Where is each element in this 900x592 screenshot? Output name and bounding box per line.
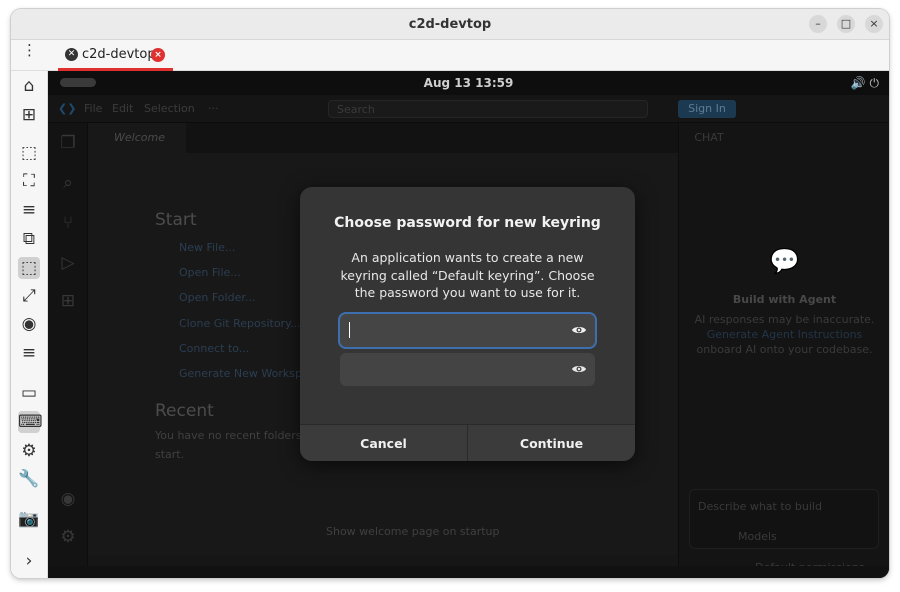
- start-heading: Start: [155, 210, 197, 230]
- windows-icon[interactable]: ⧉: [18, 228, 40, 250]
- recent-text-end: start.: [155, 448, 185, 461]
- continue-button[interactable]: Continue: [468, 425, 635, 461]
- menu-icon[interactable]: ⋮: [22, 43, 37, 58]
- tab-welcome[interactable]: Welcome: [88, 123, 186, 153]
- connection-icon: ✕: [65, 48, 78, 61]
- expand-sidebar-icon[interactable]: ›: [18, 550, 40, 572]
- view-icon[interactable]: ◉: [18, 313, 40, 335]
- tab-close-icon[interactable]: ×: [151, 48, 165, 62]
- menu-file[interactable]: File: [84, 102, 102, 115]
- gnome-top-bar: Aug 13 13:59 🔊 ⏻: [48, 71, 889, 95]
- show-confirm-password-icon[interactable]: [571, 361, 587, 377]
- new-window-icon[interactable]: ⊞: [18, 104, 40, 126]
- account-icon[interactable]: ◉: [58, 489, 78, 509]
- tab-label: c2d-devtop: [82, 47, 156, 62]
- tab-bar: ⋮ ✕ c2d-devtop ×: [11, 40, 889, 71]
- system-tray-icon[interactable]: 🔊 ⏻: [851, 76, 879, 91]
- menu-edit[interactable]: Edit: [112, 102, 133, 115]
- sign-in-button[interactable]: Sign In: [678, 100, 736, 118]
- models-picker[interactable]: Models: [738, 530, 777, 543]
- menu-icon[interactable]: ≡: [18, 199, 40, 221]
- clock[interactable]: Aug 13 13:59: [48, 76, 889, 90]
- vscode-title-bar: ❮❯ File Edit Selection ··· Search Sign I…: [48, 95, 889, 123]
- editor-tabs: Welcome: [88, 123, 678, 153]
- wrench-icon[interactable]: 🔧: [18, 468, 40, 490]
- fullscreen-icon[interactable]: ⛶: [18, 170, 40, 192]
- title-bar: c2d-devtop – □ ×: [11, 9, 889, 40]
- startup-checkbox[interactable]: Show welcome page on startup: [326, 525, 500, 538]
- list-icon[interactable]: ≡: [18, 342, 40, 364]
- dialog-title: Choose password for new keyring: [334, 215, 601, 231]
- show-password-icon[interactable]: [571, 322, 587, 338]
- settings-icon[interactable]: ⚙: [18, 440, 40, 462]
- extensions-icon[interactable]: ⊞: [58, 291, 78, 311]
- open-folder-link[interactable]: Open Folder...: [179, 291, 255, 304]
- new-file-link[interactable]: New File...: [179, 241, 235, 254]
- expand-icon[interactable]: ⤢: [18, 285, 40, 307]
- home-icon[interactable]: ⌂: [18, 75, 40, 97]
- window-title: c2d-devtop: [408, 17, 492, 32]
- status-bar: [48, 566, 889, 578]
- search-icon[interactable]: ⌕: [58, 173, 78, 193]
- run-debug-icon[interactable]: ▷: [58, 253, 78, 273]
- chat-input[interactable]: Describe what to build Models: [689, 489, 879, 549]
- dialog-message: An application wants to create a new key…: [340, 250, 595, 300]
- clone-repo-link[interactable]: Clone Git Repository...: [179, 317, 301, 330]
- connect-link[interactable]: Connect to...: [179, 342, 249, 355]
- keyboard-icon[interactable]: ⌨: [18, 411, 43, 433]
- camera-icon[interactable]: 📷: [18, 508, 40, 530]
- source-control-icon[interactable]: ⑂: [58, 213, 78, 233]
- chat-line1: AI responses may be inaccurate.: [694, 313, 875, 326]
- chat-placeholder: Describe what to build: [698, 500, 822, 513]
- chat-panel: CHAT 💬 Build with Agent AI responses may…: [678, 123, 889, 578]
- manage-gear-icon[interactable]: ⚙: [58, 527, 78, 547]
- chat-instructions-link[interactable]: Generate Agent Instructions: [679, 328, 889, 341]
- recent-text: You have no recent folders,: [155, 429, 305, 442]
- menu-selection[interactable]: Selection: [144, 102, 195, 115]
- vscode-logo-icon: ❮❯: [58, 102, 77, 115]
- chat-sparkle-icon: 💬: [769, 247, 800, 275]
- explorer-icon[interactable]: ❐: [58, 133, 78, 153]
- password-input[interactable]: [340, 314, 595, 347]
- maximize-button[interactable]: □: [837, 15, 855, 33]
- cancel-button[interactable]: Cancel: [300, 425, 467, 461]
- chat-line3: onboard AI onto your codebase.: [696, 343, 873, 356]
- left-toolbar: ⌂ ⊞ ⬚ ⛶ ≡ ⧉ ⬚ ⤢ ◉ ≡ ▭ ⌨ ⚙ 🔧 📷 ›: [11, 71, 48, 578]
- activity-bar: ❐ ⌕ ⑂ ▷ ⊞ ◉ ⚙: [48, 123, 88, 578]
- display-icon[interactable]: ▭: [18, 382, 40, 404]
- keyring-dialog: Choose password for new keyring An appli…: [300, 187, 635, 461]
- fit-screen-icon[interactable]: ⬚: [18, 142, 40, 164]
- text-caret: [349, 322, 350, 338]
- minimize-button[interactable]: –: [809, 15, 827, 33]
- dialog-buttons: Cancel Continue: [300, 424, 635, 461]
- chat-tab[interactable]: CHAT: [689, 131, 729, 144]
- confirm-password-input[interactable]: [340, 353, 595, 386]
- open-file-link[interactable]: Open File...: [179, 266, 241, 279]
- chat-title: Build with Agent: [732, 293, 837, 306]
- close-button[interactable]: ×: [865, 15, 883, 33]
- recent-heading: Recent: [155, 401, 214, 421]
- menu-more[interactable]: ···: [208, 102, 219, 115]
- scale-icon[interactable]: ⬚: [18, 257, 40, 279]
- search-input[interactable]: Search: [328, 100, 648, 118]
- tab-c2d-devtop[interactable]: ✕ c2d-devtop ×: [58, 40, 173, 71]
